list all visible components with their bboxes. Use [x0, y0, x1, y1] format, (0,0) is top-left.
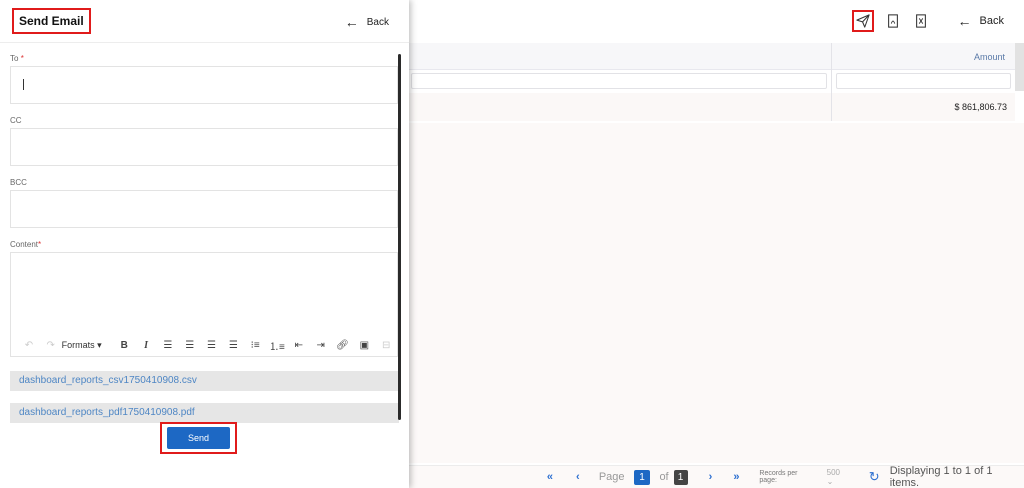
send-email-panel: Send Email ← Back To * CC BCC Content* ↶…	[0, 0, 409, 488]
panel-scrollbar[interactable]	[398, 54, 401, 420]
cc-field[interactable]	[10, 128, 398, 166]
amount-column-header[interactable]: Amount	[974, 52, 1005, 62]
display-count: Displaying 1 to 1 of 1 items.	[889, 465, 993, 488]
amount-filter-input[interactable]	[836, 73, 1011, 89]
undo-icon[interactable]: ↶	[18, 340, 40, 351]
content-label: Content*	[10, 240, 41, 249]
italic-button[interactable]: I	[135, 340, 157, 351]
grid-empty-area	[409, 123, 1024, 463]
to-label: To *	[10, 54, 24, 63]
outdent-icon[interactable]: ⇤	[288, 340, 310, 351]
prev-page-icon[interactable]: ‹	[571, 471, 585, 483]
attachment-pdf[interactable]: dashboard_reports_pdf1750410908.pdf	[10, 403, 399, 423]
current-page-input[interactable]: 1	[633, 469, 651, 485]
send-button-highlight: Send	[160, 422, 237, 454]
background-back-button[interactable]: ← Back	[958, 13, 1004, 29]
back-arrow-icon: ←	[957, 13, 972, 29]
last-page-icon[interactable]: »	[729, 471, 743, 483]
amount-cell: $ 861,806.73	[954, 102, 1007, 112]
back-button[interactable]: ← Back	[345, 14, 389, 30]
filter-input[interactable]	[411, 73, 827, 89]
table-row[interactable]: $ 861,806.73	[409, 93, 1015, 121]
records-per-page-label: Records per page:	[759, 470, 798, 484]
formats-dropdown[interactable]: Formats ▾	[62, 340, 110, 351]
editor-toolbar: ↶ ↷ Formats ▾ B I ☰ ☰ ☰ ☰ ⁝≡ ⒈≡ ⇤ ⇥ 🔗︎ ▣…	[11, 334, 397, 356]
required-marker: *	[38, 240, 42, 249]
pagination-bar: « ‹ Page 1 of 1 › » Records per page: 50…	[409, 465, 1024, 488]
send-button[interactable]: Send	[167, 427, 230, 449]
bcc-label: BCC	[10, 178, 27, 187]
numbered-list-icon[interactable]: ⒈≡	[266, 338, 288, 353]
excel-icon[interactable]	[910, 10, 932, 32]
attachment-csv[interactable]: dashboard_reports_csv1750410908.csv	[10, 371, 399, 391]
first-page-icon[interactable]: «	[543, 471, 557, 483]
total-pages: 1	[673, 469, 688, 485]
align-right-icon[interactable]: ☰	[201, 340, 223, 351]
page-title: Send Email	[12, 8, 91, 34]
align-left-icon[interactable]: ☰	[157, 340, 179, 351]
align-justify-icon[interactable]: ☰	[222, 340, 244, 351]
grid-scrollbar[interactable]	[1015, 43, 1024, 91]
content-label-text: Content	[10, 240, 39, 249]
grid-filter-row	[409, 70, 1015, 92]
required-marker: *	[20, 54, 24, 63]
back-label: Back	[366, 16, 389, 28]
redo-icon[interactable]: ↷	[40, 340, 62, 351]
align-center-icon[interactable]: ☰	[179, 340, 201, 351]
link-icon[interactable]: 🔗︎	[332, 340, 354, 351]
indent-icon[interactable]: ⇥	[310, 340, 332, 351]
pdf-icon[interactable]	[882, 10, 904, 32]
cc-label: CC	[10, 116, 22, 125]
records-per-page-value: 500	[826, 468, 840, 477]
image-icon[interactable]: ▣	[353, 340, 375, 351]
panel-header: Send Email ← Back	[0, 0, 409, 43]
bullet-list-icon[interactable]: ⁝≡	[244, 340, 266, 351]
background-back-label: Back	[979, 15, 1004, 27]
back-arrow-icon: ←	[344, 14, 359, 30]
next-page-icon[interactable]: ›	[704, 471, 718, 483]
export-actions: ← Back	[851, 10, 1024, 32]
of-label: of	[659, 471, 669, 483]
content-editor[interactable]: ↶ ↷ Formats ▾ B I ☰ ☰ ☰ ☰ ⁝≡ ⒈≡ ⇤ ⇥ 🔗︎ ▣…	[10, 252, 398, 357]
report-grid: Amount $ 861,806.73	[409, 43, 1015, 123]
column-divider	[831, 43, 832, 121]
bcc-field[interactable]	[10, 190, 398, 228]
page-break-icon[interactable]: ⊟	[375, 340, 397, 351]
page-label: Page	[598, 471, 625, 483]
bold-button[interactable]: B	[113, 340, 135, 351]
send-icon[interactable]	[851, 10, 874, 32]
refresh-icon[interactable]: ↻	[869, 469, 880, 485]
text-cursor	[23, 79, 24, 90]
to-label-text: To	[10, 54, 19, 63]
to-field[interactable]	[10, 66, 398, 104]
grid-header-row: Amount	[409, 43, 1015, 70]
records-per-page-select[interactable]: 500 ⌄	[827, 468, 849, 486]
